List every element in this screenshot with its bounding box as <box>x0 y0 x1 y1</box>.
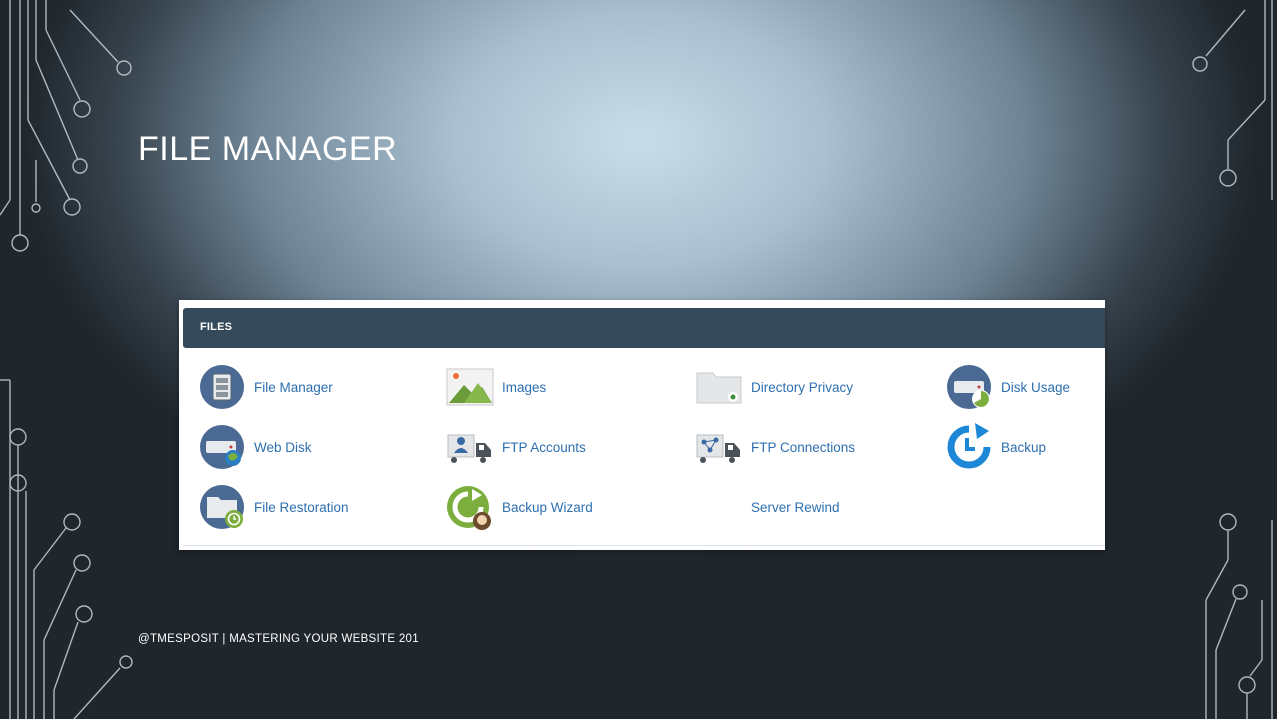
directory-privacy-icon <box>696 372 742 404</box>
slide-title: FILE MANAGER <box>138 130 398 168</box>
file-restoration-label: File Restoration <box>254 499 349 515</box>
directory-privacy-label: Directory Privacy <box>751 379 854 395</box>
disk-usage-link[interactable]: Disk Usage <box>945 363 1070 411</box>
slide: FILE MANAGER FILES File Manager Images D… <box>0 0 1277 719</box>
backup-wizard-label: Backup Wizard <box>502 499 593 515</box>
backup-wizard-link[interactable]: Backup Wizard <box>446 483 593 531</box>
file-manager-icon <box>200 365 244 409</box>
files-panel-header: FILES <box>183 308 1105 348</box>
ftp-connections-label: FTP Connections <box>751 439 856 455</box>
ftp-accounts-icon <box>447 434 491 463</box>
file-restoration-icon <box>200 485 244 529</box>
web-disk-label: Web Disk <box>254 439 312 455</box>
disk-usage-icon <box>947 365 991 409</box>
backup-wizard-icon <box>447 486 491 530</box>
files-panel-title: FILES <box>200 321 233 333</box>
server-rewind-link[interactable]: Server Rewind <box>695 483 840 531</box>
directory-privacy-link[interactable]: Directory Privacy <box>695 363 853 411</box>
disk-usage-label: Disk Usage <box>1001 379 1071 395</box>
ftp-accounts-label: FTP Accounts <box>502 439 586 455</box>
slide-footer: @TMESPOSIT | MASTERING YOUR WEBSITE 201 <box>138 633 419 645</box>
panel-divider <box>183 545 1105 546</box>
images-icon <box>446 368 494 406</box>
file-restoration-link[interactable]: File Restoration <box>198 483 349 531</box>
file-manager-label: File Manager <box>254 379 333 395</box>
ftp-accounts-link[interactable]: FTP Accounts <box>446 423 586 471</box>
web-disk-icon <box>200 425 244 469</box>
server-rewind-icon <box>695 483 743 531</box>
web-disk-link[interactable]: Web Disk <box>198 423 312 471</box>
ftp-connections-link[interactable]: FTP Connections <box>695 423 855 471</box>
file-manager-link[interactable]: File Manager <box>198 363 333 411</box>
images-link[interactable]: Images <box>446 363 546 411</box>
server-rewind-label: Server Rewind <box>751 499 840 515</box>
backup-link[interactable]: Backup <box>945 423 1046 471</box>
backup-icon <box>947 423 991 469</box>
files-panel: FILES File Manager Images Directory Priv… <box>179 300 1105 550</box>
backup-label: Backup <box>1001 439 1047 455</box>
ftp-connections-icon <box>696 434 740 463</box>
images-label: Images <box>502 379 547 395</box>
